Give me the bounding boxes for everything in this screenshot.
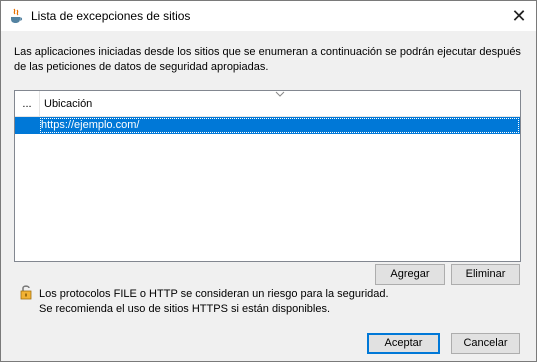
close-icon[interactable]: ✕ bbox=[502, 1, 536, 31]
column-header-row-number[interactable]: ... bbox=[15, 91, 40, 116]
java-icon bbox=[9, 8, 23, 24]
warning-line-1: Los protocolos FILE o HTTP se consideran… bbox=[39, 288, 389, 300]
site-exception-dialog: Lista de excepciones de sitios ✕ Las apl… bbox=[0, 0, 537, 362]
security-warning: Los protocolos FILE o HTTP se consideran… bbox=[39, 287, 389, 317]
remove-button[interactable]: Eliminar bbox=[451, 264, 520, 285]
lock-icon bbox=[19, 284, 33, 300]
cancel-button[interactable]: Cancelar bbox=[451, 333, 520, 354]
ok-button[interactable]: Aceptar bbox=[367, 333, 440, 354]
table-row[interactable] bbox=[15, 117, 520, 134]
description-text: Las aplicaciones iniciadas desde los sit… bbox=[14, 46, 521, 73]
warning-line-2: Se recomienda el uso de sitios HTTPS si … bbox=[39, 303, 331, 315]
site-list-table[interactable]: ... Ubicación bbox=[14, 90, 521, 262]
row-number-cell[interactable] bbox=[15, 117, 39, 134]
title-bar: Lista de excepciones de sitios ✕ bbox=[1, 1, 536, 31]
window-title: Lista de excepciones de sitios bbox=[31, 9, 191, 23]
sort-indicator-icon bbox=[275, 91, 285, 97]
location-cell[interactable] bbox=[39, 117, 520, 134]
dialog-content: Las aplicaciones iniciadas desde los sit… bbox=[1, 31, 536, 361]
location-edit-field[interactable] bbox=[41, 118, 241, 132]
table-header: ... Ubicación bbox=[15, 91, 520, 117]
column-header-location[interactable]: Ubicación bbox=[44, 91, 92, 116]
add-button[interactable]: Agregar bbox=[375, 264, 445, 285]
